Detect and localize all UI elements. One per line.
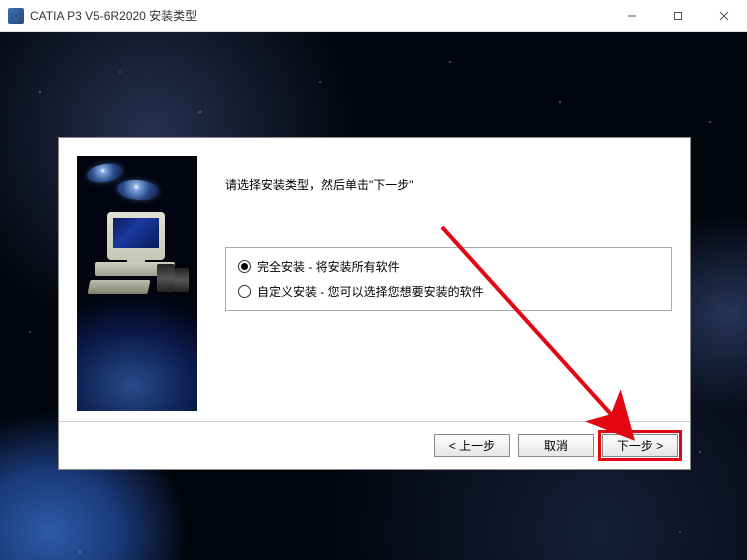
window-controls	[609, 0, 747, 31]
dialog-footer: < 上一步 取消 下一步 >	[59, 421, 690, 469]
radio-button-icon	[238, 285, 251, 298]
app-icon	[8, 8, 24, 24]
radio-custom-install[interactable]: 自定义安装 - 您可以选择您想要安装的软件	[238, 283, 659, 300]
radio-full-install[interactable]: 完全安装 - 将安装所有软件	[238, 258, 659, 275]
install-type-group: 完全安装 - 将安装所有软件 自定义安装 - 您可以选择您想要安装的软件	[225, 247, 672, 311]
dialog-body: 请选择安装类型，然后单击"下一步" 完全安装 - 将安装所有软件 自定义安装 -…	[59, 138, 690, 421]
content-area: 请选择安装类型，然后单击"下一步" 完全安装 - 将安装所有软件 自定义安装 -…	[0, 32, 747, 560]
close-button[interactable]	[701, 0, 747, 31]
installer-dialog: 请选择安装类型，然后单击"下一步" 完全安装 - 将安装所有软件 自定义安装 -…	[58, 137, 691, 470]
window-title: CATIA P3 V5-6R2020 安装类型	[30, 7, 609, 24]
radio-full-label: 完全安装 - 将安装所有软件	[257, 258, 400, 275]
radio-custom-label: 自定义安装 - 您可以选择您想要安装的软件	[257, 283, 484, 300]
radio-button-icon	[238, 260, 251, 273]
installer-window: CATIA P3 V5-6R2020 安装类型	[0, 0, 747, 560]
minimize-button[interactable]	[609, 0, 655, 31]
cancel-button[interactable]: 取消	[518, 434, 594, 457]
next-button[interactable]: 下一步 >	[602, 434, 678, 457]
maximize-button[interactable]	[655, 0, 701, 31]
main-panel: 请选择安装类型，然后单击"下一步" 完全安装 - 将安装所有软件 自定义安装 -…	[225, 156, 672, 421]
installer-sidebar-graphic	[77, 156, 197, 411]
titlebar: CATIA P3 V5-6R2020 安装类型	[0, 0, 747, 32]
back-button[interactable]: < 上一步	[434, 434, 510, 457]
instruction-text: 请选择安装类型，然后单击"下一步"	[225, 176, 672, 193]
